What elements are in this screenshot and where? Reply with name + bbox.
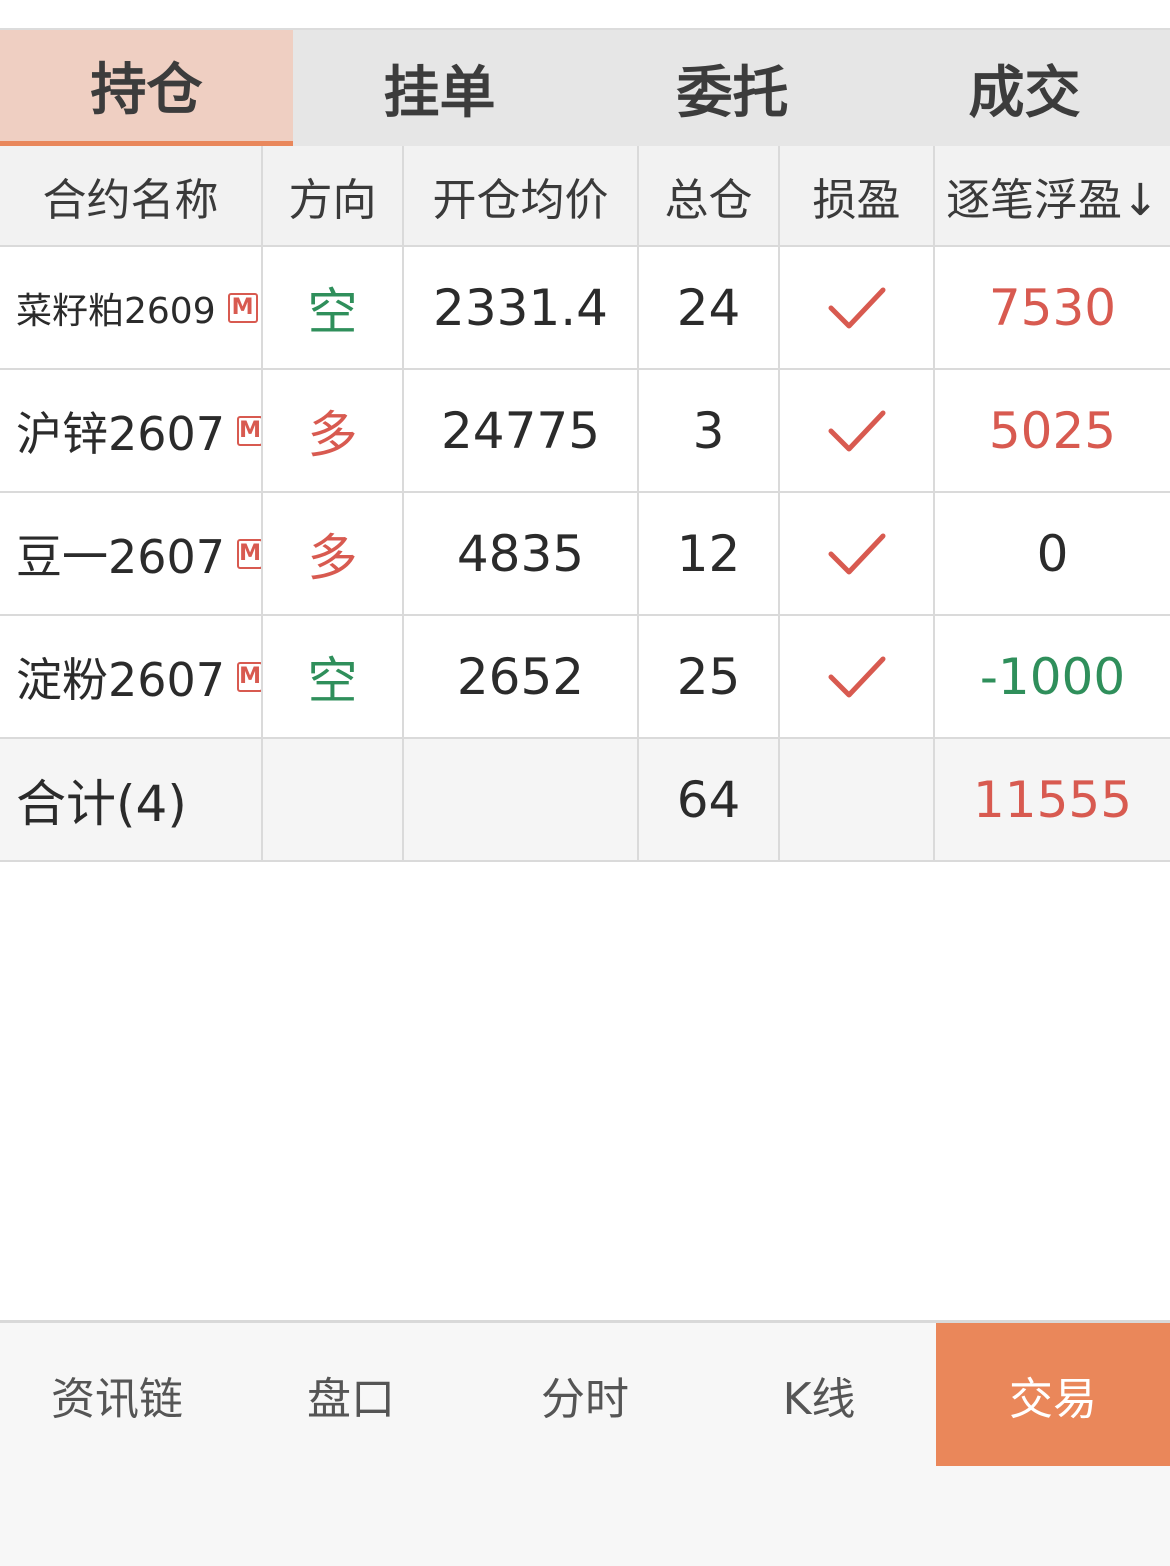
table-row[interactable]: 豆一2607 M 多 4835 12 0 (0, 493, 1170, 616)
contract-name: 沪锌2607 (16, 406, 226, 461)
tab-positions[interactable]: 持仓 (0, 30, 293, 146)
top-spacer (0, 0, 1170, 30)
avg-price-cell: 2331.4 (404, 247, 639, 368)
market-badge-icon: M (237, 538, 261, 569)
floating-pnl-cell: -1000 (979, 647, 1126, 706)
total-position-cell: 3 (639, 370, 780, 491)
nav-news-chain[interactable]: 资讯链 (0, 1323, 234, 1466)
nav-trade[interactable]: 交易 (936, 1323, 1170, 1466)
header-avg-price: 开仓均价 (404, 146, 639, 245)
check-icon (828, 533, 885, 574)
direction-cell: 空 (263, 616, 404, 737)
position-tabs: 持仓 挂单 委托 成交 (0, 30, 1170, 146)
avg-price-cell: 4835 (404, 493, 639, 614)
total-floating-pnl: 11555 (972, 770, 1133, 829)
direction-cell: 空 (263, 247, 404, 368)
avg-price-cell: 24775 (404, 370, 639, 491)
table-row[interactable]: 淀粉2607 M 空 2652 25 -1000 (0, 616, 1170, 739)
contract-name-cell: 菜籽粕2609 M (0, 247, 263, 368)
trading-page: 持仓 挂单 委托 成交 合约名称 方向 开仓均价 总仓 损盈 逐笔浮盈↓ 菜籽粕… (0, 0, 1170, 1566)
tab-filled[interactable]: 成交 (879, 30, 1170, 146)
header-direction: 方向 (263, 146, 404, 245)
total-stop-loss-empty (780, 739, 935, 860)
total-position-cell: 25 (639, 616, 780, 737)
floating-pnl-cell: 0 (1036, 524, 1069, 583)
positions-table: 合约名称 方向 开仓均价 总仓 损盈 逐笔浮盈↓ 菜籽粕2609 M 空 233… (0, 146, 1170, 862)
check-icon (828, 287, 885, 328)
header-total-position: 总仓 (639, 146, 780, 245)
total-label: 合计(4) (0, 739, 263, 860)
floating-pnl-cell: 7530 (988, 278, 1117, 337)
nav-kline[interactable]: K线 (702, 1323, 936, 1466)
stop-loss-cell[interactable] (780, 493, 935, 614)
table-row[interactable]: 沪锌2607 M 多 24775 3 5025 (0, 370, 1170, 493)
market-badge-icon: M (227, 292, 258, 323)
header-contract-name: 合约名称 (0, 146, 263, 245)
check-icon (828, 410, 885, 451)
total-row: 合计(4) 64 11555 (0, 739, 1170, 862)
direction-cell: 多 (263, 493, 404, 614)
nav-intraday[interactable]: 分时 (468, 1323, 702, 1466)
tab-entrusted[interactable]: 委托 (586, 30, 879, 146)
total-direction-empty (263, 739, 404, 860)
nav-order-book[interactable]: 盘口 (234, 1323, 468, 1466)
check-icon (828, 656, 885, 697)
header-stop-loss: 损盈 (780, 146, 935, 245)
header-floating-pnl-sort[interactable]: 逐笔浮盈↓ (935, 146, 1170, 245)
floating-pnl-cell: 5025 (988, 401, 1117, 460)
direction-cell: 多 (263, 370, 404, 491)
table-row[interactable]: 菜籽粕2609 M 空 2331.4 24 7530 (0, 247, 1170, 370)
total-position-sum: 64 (639, 739, 780, 860)
avg-price-cell: 2652 (404, 616, 639, 737)
stop-loss-cell[interactable] (780, 616, 935, 737)
total-position-cell: 24 (639, 247, 780, 368)
stop-loss-cell[interactable] (780, 247, 935, 368)
market-badge-icon: M (237, 661, 261, 692)
total-avg-price-empty (404, 739, 639, 860)
contract-name-cell: 淀粉2607 M (0, 616, 263, 737)
market-badge-icon: M (237, 415, 261, 446)
bottom-nav: 资讯链 盘口 分时 K线 交易 (0, 1320, 1170, 1566)
total-position-cell: 12 (639, 493, 780, 614)
contract-name: 豆一2607 (16, 529, 226, 584)
tab-pending-orders[interactable]: 挂单 (293, 30, 586, 146)
contract-name: 菜籽粕2609 (16, 290, 216, 332)
table-header: 合约名称 方向 开仓均价 总仓 损盈 逐笔浮盈↓ (0, 146, 1170, 247)
contract-name: 淀粉2607 (16, 652, 226, 707)
stop-loss-cell[interactable] (780, 370, 935, 491)
contract-name-cell: 沪锌2607 M (0, 370, 263, 491)
contract-name-cell: 豆一2607 M (0, 493, 263, 614)
